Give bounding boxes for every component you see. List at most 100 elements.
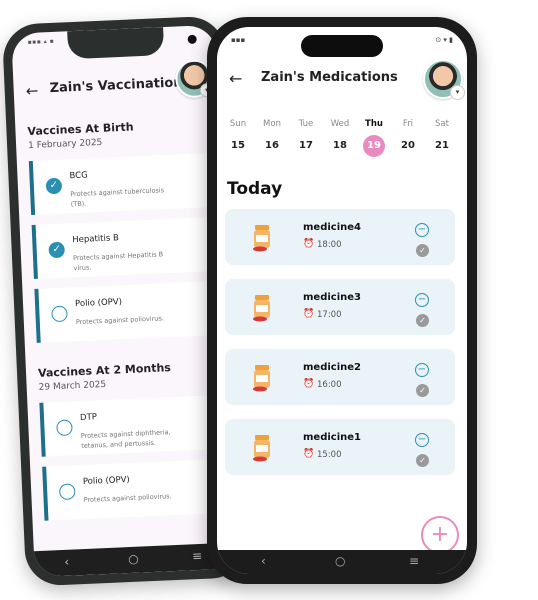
vaccine-description: Protects against poliovirus. bbox=[75, 314, 165, 327]
page-title: Zain's Medications bbox=[261, 70, 398, 85]
vaccine-card[interactable]: ✓ BCG Protects against tuberculosis (TB)… bbox=[28, 152, 223, 216]
day-number: 21 bbox=[435, 140, 449, 151]
check-circle-icon[interactable]: ✓ bbox=[416, 454, 429, 467]
status-bar-right: ⊙ ▾ ▮ bbox=[435, 36, 453, 44]
minus-circle-icon[interactable]: − bbox=[415, 363, 429, 377]
check-icon[interactable]: ✓ bbox=[45, 177, 63, 195]
day-mon[interactable]: Mon 16 bbox=[255, 119, 289, 157]
check-circle-icon[interactable]: ✓ bbox=[416, 314, 429, 327]
day-name: Wed bbox=[330, 119, 350, 129]
medication-card[interactable]: medicine3 ⏰ 17:00 − ✓ bbox=[225, 279, 455, 335]
section-title: Vaccines At Birth bbox=[27, 120, 134, 139]
vaccine-card[interactable]: ✓ Hepatitis B Protects against Hepatitis… bbox=[31, 216, 226, 279]
unchecked-circle-icon[interactable] bbox=[51, 305, 68, 323]
camera-icon bbox=[187, 34, 197, 45]
vaccinations-screen: ▪▪▪ ▴ ▪ ← Zain's Vaccinations ▾ Vaccines… bbox=[11, 24, 239, 578]
day-fri[interactable]: Fri 20 bbox=[391, 119, 425, 157]
check-circle-icon[interactable]: ✓ bbox=[416, 244, 429, 257]
week-strip: Sun 15 Mon 16 Tue 17 Wed 18 Thu 19 Fri 2… bbox=[221, 119, 463, 163]
medication-name: medicine3 bbox=[303, 292, 362, 303]
day-name: Tue bbox=[298, 119, 314, 129]
medication-name: medicine4 bbox=[303, 222, 362, 233]
vaccine-description: Protects against Hepatitis B virus. bbox=[72, 250, 164, 273]
nav-home-icon[interactable]: ○ bbox=[335, 554, 345, 568]
medications-phone: ▪▪▪ ⊙ ▾ ▮ ← Zain's Medications ▾ Sun 15 … bbox=[207, 17, 477, 584]
vaccine-card[interactable]: DTP Protects against diphtheria, tetanus… bbox=[39, 394, 234, 457]
vaccine-description: Protects against poliovirus. bbox=[83, 492, 172, 504]
medication-card[interactable]: medicine1 ⏰ 15:00 − ✓ bbox=[225, 419, 455, 475]
today-heading: Today bbox=[227, 179, 283, 199]
medication-time: 18:00 bbox=[317, 240, 342, 250]
vaccine-description: Protects against tuberculosis (TB). bbox=[70, 186, 165, 209]
phone-notch bbox=[67, 27, 197, 60]
status-bar: ▪▪▪ ▴ ▪ bbox=[27, 37, 55, 46]
minus-circle-icon[interactable]: − bbox=[415, 293, 429, 307]
medication-time: 15:00 bbox=[317, 450, 342, 460]
day-name: Sat bbox=[435, 119, 449, 129]
day-name: Thu bbox=[365, 119, 383, 129]
vaccine-name: DTP bbox=[79, 412, 98, 424]
nav-menu-icon[interactable]: ≡ bbox=[409, 554, 419, 568]
alarm-icon: ⏰ bbox=[303, 379, 315, 389]
day-sun[interactable]: Sun 15 bbox=[221, 119, 255, 157]
dynamic-island bbox=[301, 35, 383, 57]
day-name: Sun bbox=[229, 119, 247, 129]
medications-screen: ▪▪▪ ⊙ ▾ ▮ ← Zain's Medications ▾ Sun 15 … bbox=[217, 27, 467, 574]
section-title: Vaccines At 2 Months bbox=[37, 361, 172, 380]
unchecked-circle-icon[interactable] bbox=[58, 483, 76, 501]
alarm-icon: ⏰ bbox=[303, 309, 315, 319]
vaccine-name: Polio (OPV) bbox=[74, 297, 123, 310]
day-sat[interactable]: Sat 21 bbox=[425, 119, 459, 157]
medication-card[interactable]: medicine2 ⏰ 16:00 − ✓ bbox=[225, 349, 455, 405]
alarm-icon: ⏰ bbox=[303, 449, 315, 459]
section-date: 1 February 2025 bbox=[27, 137, 103, 152]
vaccine-card[interactable]: Polio (OPV) Protects against poliovirus. bbox=[34, 280, 229, 343]
pill-bottle-icon bbox=[253, 295, 270, 322]
day-number: 17 bbox=[299, 140, 313, 151]
status-bar-left: ▪▪▪ bbox=[231, 36, 246, 44]
medication-time: 17:00 bbox=[317, 310, 342, 320]
day-thu-selected[interactable]: Thu 19 bbox=[357, 119, 391, 157]
medication-name: medicine1 bbox=[303, 432, 362, 443]
vaccine-section-2-months: Vaccines At 2 Months 29 March 2025 DTP P… bbox=[26, 354, 237, 521]
vaccine-name: Polio (OPV) bbox=[82, 474, 130, 488]
day-number: 18 bbox=[333, 140, 347, 151]
check-icon[interactable]: ✓ bbox=[48, 241, 66, 259]
medications-header: ← Zain's Medications ▾ bbox=[217, 59, 467, 107]
vaccine-description: Protects against diphtheria, tetanus, an… bbox=[80, 428, 171, 451]
nav-home-icon[interactable]: ○ bbox=[128, 552, 139, 566]
nav-back-icon[interactable]: ‹ bbox=[64, 555, 69, 569]
check-circle-icon[interactable]: ✓ bbox=[416, 384, 429, 397]
day-name: Mon bbox=[263, 119, 281, 129]
day-number: 20 bbox=[401, 140, 415, 151]
pill-bottle-icon bbox=[253, 365, 270, 392]
medication-name: medicine2 bbox=[303, 362, 362, 373]
minus-circle-icon[interactable]: − bbox=[415, 433, 429, 447]
day-number: 16 bbox=[265, 140, 279, 151]
back-arrow-icon[interactable]: ← bbox=[229, 69, 242, 88]
medication-card[interactable]: medicine4 ⏰ 18:00 − ✓ bbox=[225, 209, 455, 265]
minus-circle-icon[interactable]: − bbox=[415, 223, 429, 237]
system-nav-bar: ‹ ○ ≡ bbox=[217, 550, 467, 574]
day-tue[interactable]: Tue 17 bbox=[289, 119, 323, 157]
pill-bottle-icon bbox=[253, 225, 270, 252]
add-medication-button[interactable]: + bbox=[421, 516, 459, 554]
day-name: Fri bbox=[402, 119, 414, 129]
pill-bottle-icon bbox=[253, 435, 270, 462]
chevron-down-icon[interactable]: ▾ bbox=[450, 85, 465, 100]
unchecked-circle-icon[interactable] bbox=[56, 419, 73, 437]
vaccine-section-birth: Vaccines At Birth 1 February 2025 ✓ BCG … bbox=[15, 113, 229, 343]
back-arrow-icon[interactable]: ← bbox=[25, 82, 38, 101]
day-wed[interactable]: Wed 18 bbox=[323, 119, 357, 157]
nav-menu-icon[interactable]: ≡ bbox=[192, 549, 203, 563]
vaccinations-header: ← Zain's Vaccinations ▾ bbox=[13, 58, 219, 114]
alarm-icon: ⏰ bbox=[303, 239, 315, 249]
day-number: 19 bbox=[363, 135, 385, 157]
vaccine-name: BCG bbox=[69, 170, 88, 182]
day-number: 15 bbox=[231, 140, 245, 151]
medication-time: 16:00 bbox=[317, 380, 342, 390]
vaccine-name: Hepatitis B bbox=[72, 233, 120, 246]
nav-back-icon[interactable]: ‹ bbox=[261, 554, 266, 568]
section-date: 29 March 2025 bbox=[38, 379, 107, 393]
page-title: Zain's Vaccinations bbox=[49, 74, 191, 97]
